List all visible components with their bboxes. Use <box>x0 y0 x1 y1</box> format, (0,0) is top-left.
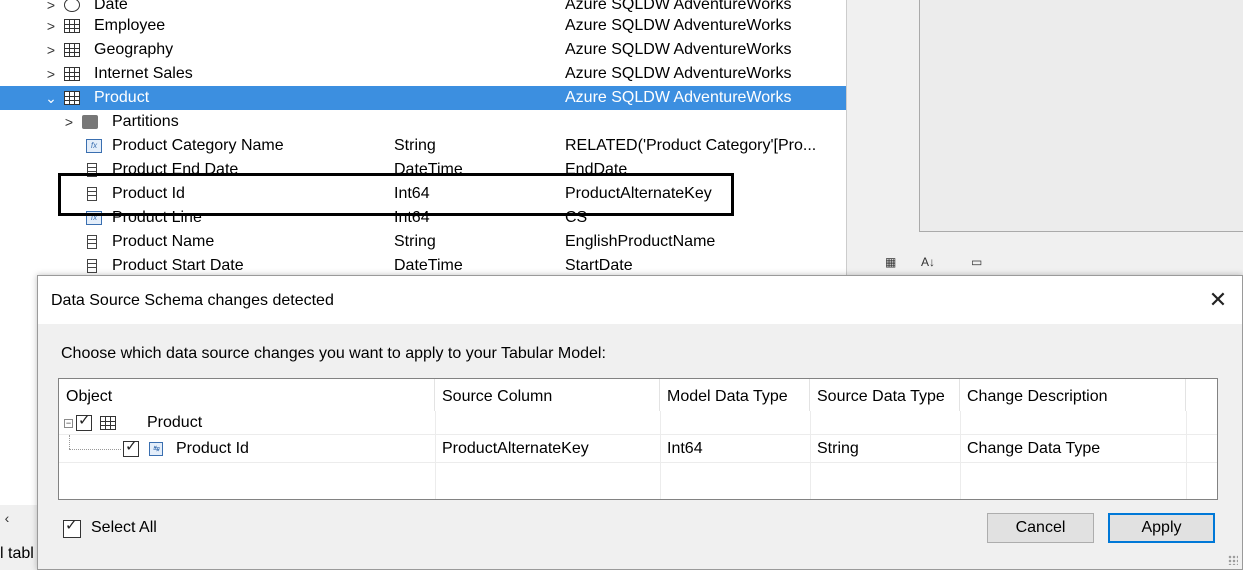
property-pages-icon[interactable]: ▭ <box>971 255 991 275</box>
properties-preview-area <box>919 0 1243 232</box>
product-id-checkbox[interactable] <box>123 437 139 457</box>
tree-row-source: RELATED('Product Category'[Pro... <box>565 137 817 154</box>
change-description-cell: Change Data Type <box>967 440 1101 457</box>
apply-button[interactable]: Apply <box>1108 513 1215 543</box>
select-all-checkbox[interactable] <box>63 516 81 538</box>
table-icon <box>64 91 80 105</box>
scroll-left-arrow-icon[interactable]: ‹ <box>0 507 14 529</box>
column-header-source-column[interactable]: Source Column <box>435 379 660 411</box>
column-header-change-description[interactable]: Change Description <box>960 379 1186 411</box>
changes-grid: Object Source Column Model Data Type Sou… <box>58 378 1218 500</box>
properties-pane: ▦ A↓ ▭ <box>846 0 1243 300</box>
tree-row-employee[interactable]: > Employee Azure SQLDW AdventureWorks <box>0 14 846 38</box>
column-icon <box>87 259 97 273</box>
table-row[interactable]: ↹ Product Id ProductAlternateKey Int64 S… <box>59 435 1217 463</box>
status-text: l tabl <box>0 545 34 562</box>
table-icon <box>64 43 80 57</box>
tree-row-label: Internet Sales <box>94 65 193 82</box>
tree-row-source: Azure SQLDW AdventureWorks <box>565 65 792 82</box>
tree-row-type: String <box>394 233 436 250</box>
product-checkbox[interactable] <box>76 411 92 431</box>
column-header-source-data-type[interactable]: Source Data Type <box>810 379 960 411</box>
schema-changes-dialog: Data Source Schema changes detected ✕ Ch… <box>37 275 1243 570</box>
tree-connector <box>69 449 121 451</box>
tree-row-label: Partitions <box>112 113 179 130</box>
tree-row-column[interactable]: Product Name String EnglishProductName <box>0 230 846 254</box>
table-row[interactable]: − Product <box>59 411 1217 435</box>
column-change-icon: ↹ <box>149 442 163 456</box>
object-name: Product Id <box>176 440 249 457</box>
cancel-button[interactable]: Cancel <box>987 513 1094 543</box>
calculated-column-icon: fx <box>86 139 102 153</box>
model-explorer-tree: > Date Azure SQLDW AdventureWorks > Empl… <box>0 0 846 290</box>
dialog-instruction: Choose which data source changes you wan… <box>61 345 606 362</box>
source-column-cell: ProductAlternateKey <box>442 440 589 457</box>
tree-row-source: Azure SQLDW AdventureWorks <box>565 89 792 106</box>
table-icon <box>64 67 80 81</box>
close-icon[interactable]: ✕ <box>1206 288 1230 312</box>
tree-row-partitions[interactable]: > Partitions <box>0 110 846 134</box>
model-data-type-cell: Int64 <box>667 440 703 457</box>
tree-row-label: Product <box>94 89 150 106</box>
tree-row-product[interactable]: ⌄ Product Azure SQLDW AdventureWorks <box>0 86 846 110</box>
tree-row-source: Azure SQLDW AdventureWorks <box>565 41 792 58</box>
tree-row-source: Azure SQLDW AdventureWorks <box>565 17 792 34</box>
column-icon <box>87 235 97 249</box>
tree-row-label: Product Name <box>112 233 215 250</box>
tree-row-label: Geography <box>94 41 174 58</box>
table-icon <box>64 19 80 33</box>
dialog-title: Data Source Schema changes detected <box>51 292 334 309</box>
dialog-titlebar[interactable]: Data Source Schema changes detected ✕ <box>38 276 1242 324</box>
expand-chevron-icon[interactable]: > <box>44 14 58 38</box>
tree-row-label: Product Category Name <box>112 137 284 154</box>
tree-row-type: String <box>394 137 436 154</box>
partitions-icon <box>82 115 98 129</box>
tree-row-geography[interactable]: > Geography Azure SQLDW AdventureWorks <box>0 38 846 62</box>
tree-row-internet-sales[interactable]: > Internet Sales Azure SQLDW AdventureWo… <box>0 62 846 86</box>
annotation-highlight-box <box>58 173 734 216</box>
source-data-type-cell: String <box>817 440 859 457</box>
collapse-chevron-icon[interactable]: ⌄ <box>44 86 58 110</box>
column-header-model-data-type[interactable]: Model Data Type <box>660 379 810 411</box>
expand-chevron-icon[interactable]: > <box>44 62 58 86</box>
expand-chevron-icon[interactable]: > <box>62 110 76 134</box>
clock-icon <box>64 0 80 12</box>
object-name: Product <box>147 414 203 431</box>
select-all-label[interactable]: Select All <box>91 519 157 537</box>
categorized-icon[interactable]: ▦ <box>885 255 905 275</box>
sort-alphabetical-icon[interactable]: A↓ <box>921 255 941 275</box>
resize-grip-icon[interactable] <box>1228 555 1238 565</box>
tree-row-column[interactable]: fx Product Category Name String RELATED(… <box>0 134 846 158</box>
tree-row-label: Employee <box>94 17 166 34</box>
expand-chevron-icon[interactable]: > <box>44 38 58 62</box>
tree-row-source: EnglishProductName <box>565 233 716 250</box>
tree-connector <box>69 435 71 449</box>
column-header-object[interactable]: Object <box>59 379 435 411</box>
collapse-node-icon[interactable]: − <box>64 419 73 428</box>
table-icon <box>100 416 116 430</box>
